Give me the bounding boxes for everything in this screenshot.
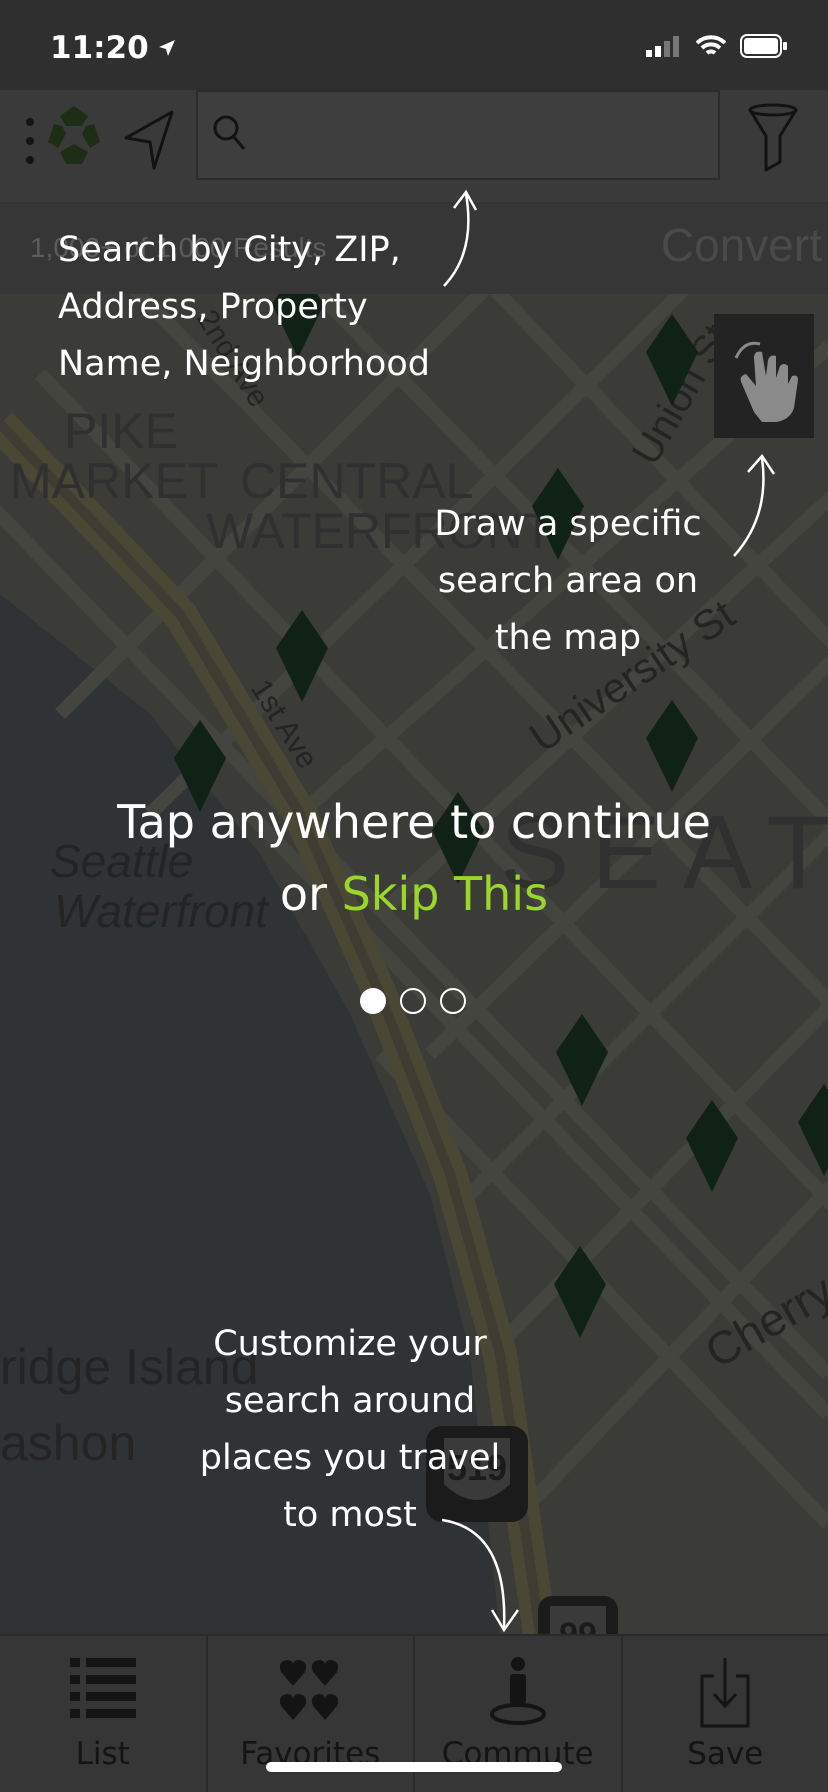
coach-arrow-search-icon [443,189,478,287]
coach-draw-line-1: Draw a specific [434,504,702,544]
coach-search-line-2: Address, Property [58,287,368,327]
coach-commute-line-2: search around [224,1381,476,1421]
app-screen: 11:20 1,000+ of 1,000 Results Convert PI… [0,0,828,1792]
coach-draw-line-2: search area on [437,561,699,601]
coach-search-line-1: Search by City, ZIP, [58,230,401,270]
coach-arrow-commute-icon [441,1518,520,1633]
coach-search-hint: Search by City, ZIP, Address, Property N… [58,222,430,393]
page-indicator [360,988,466,1014]
or-text: or [279,867,327,921]
page-dot-1[interactable] [360,988,386,1014]
skip-row: or Skip This [0,858,828,930]
coach-commute-line-1: Customize your [213,1324,487,1364]
home-indicator[interactable] [266,1762,562,1772]
onboarding-overlay[interactable]: Search by City, ZIP, Address, Property N… [0,0,828,1792]
tap-anywhere-text: Tap anywhere to continue [117,795,711,849]
page-dot-2[interactable] [400,988,426,1014]
coach-search-line-3: Name, Neighborhood [58,344,430,384]
coach-arrow-draw-icon [733,453,776,557]
page-dot-3[interactable] [440,988,466,1014]
coach-commute-line-3: places you travel [199,1438,501,1478]
tap-to-continue-message: Tap anywhere to continue or Skip This [0,786,828,930]
coach-draw-line-3: the map [494,618,642,658]
skip-this-link[interactable]: Skip This [342,867,548,921]
coach-draw-hint: Draw a specific search area on the map [406,496,730,667]
